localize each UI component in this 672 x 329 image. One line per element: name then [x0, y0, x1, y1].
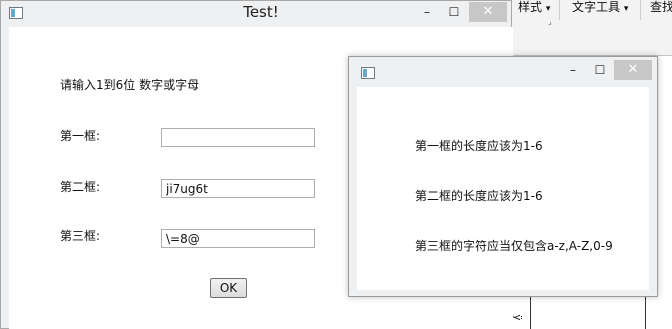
ok-button[interactable]: OK: [210, 278, 247, 298]
ribbon-find-label: 查找: [650, 0, 672, 14]
app-window-icon: [361, 67, 375, 79]
background-ribbon: 样式 ▾ 文字工具 ▾ 查找: [512, 0, 672, 56]
field1-label: 第一框:: [60, 129, 101, 143]
maximize-icon[interactable]: ☐: [588, 60, 612, 80]
field3-input[interactable]: [161, 229, 315, 248]
close-icon[interactable]: ✕: [614, 60, 652, 80]
error-line-1: 第一框的长度应该为1-6: [415, 139, 543, 153]
ribbon-separator: [559, 0, 560, 20]
field2-label: 第二框:: [60, 180, 101, 194]
maximize-icon[interactable]: ☐: [442, 2, 466, 22]
message-window: – ☐ ✕ 第一框的长度应该为1-6 第二框的长度应该为1-6 第三框的字符应当…: [348, 56, 658, 297]
field2-input[interactable]: [161, 179, 315, 198]
main-titlebar[interactable]: Test! – ☐ ✕: [1, 1, 511, 25]
close-icon[interactable]: ✕: [469, 2, 507, 22]
error-line-2: 第二框的长度应该为1-6: [415, 189, 543, 203]
ribbon-styles-label: 样式: [518, 0, 543, 14]
chevron-down-icon: ▾: [545, 4, 551, 14]
ribbon-text-tools[interactable]: 文字工具 ▾: [572, 0, 628, 18]
ribbon-styles[interactable]: 样式 ▾: [518, 0, 550, 18]
minimize-icon[interactable]: –: [561, 60, 585, 80]
ribbon-text-tools-label: 文字工具: [572, 0, 621, 14]
field1-input[interactable]: [161, 128, 315, 147]
field3-label: 第三框:: [60, 229, 101, 243]
document-text: ÿ: [511, 314, 523, 321]
instruction-text: 请输入1到6位 数字或字母: [60, 78, 200, 92]
dialog-launcher-icon[interactable]: ⌟: [548, 17, 552, 26]
minimize-icon[interactable]: –: [415, 2, 439, 22]
ribbon-find[interactable]: 查找: [650, 0, 672, 18]
chevron-down-icon: ▾: [623, 4, 629, 14]
ribbon-separator: [640, 0, 641, 20]
error-line-3: 第三框的字符应当仅包含a-z,A-Z,0-9: [415, 239, 613, 253]
message-client-area: 第一框的长度应该为1-6 第二框的长度应该为1-6 第三框的字符应当仅包含a-z…: [357, 87, 649, 290]
